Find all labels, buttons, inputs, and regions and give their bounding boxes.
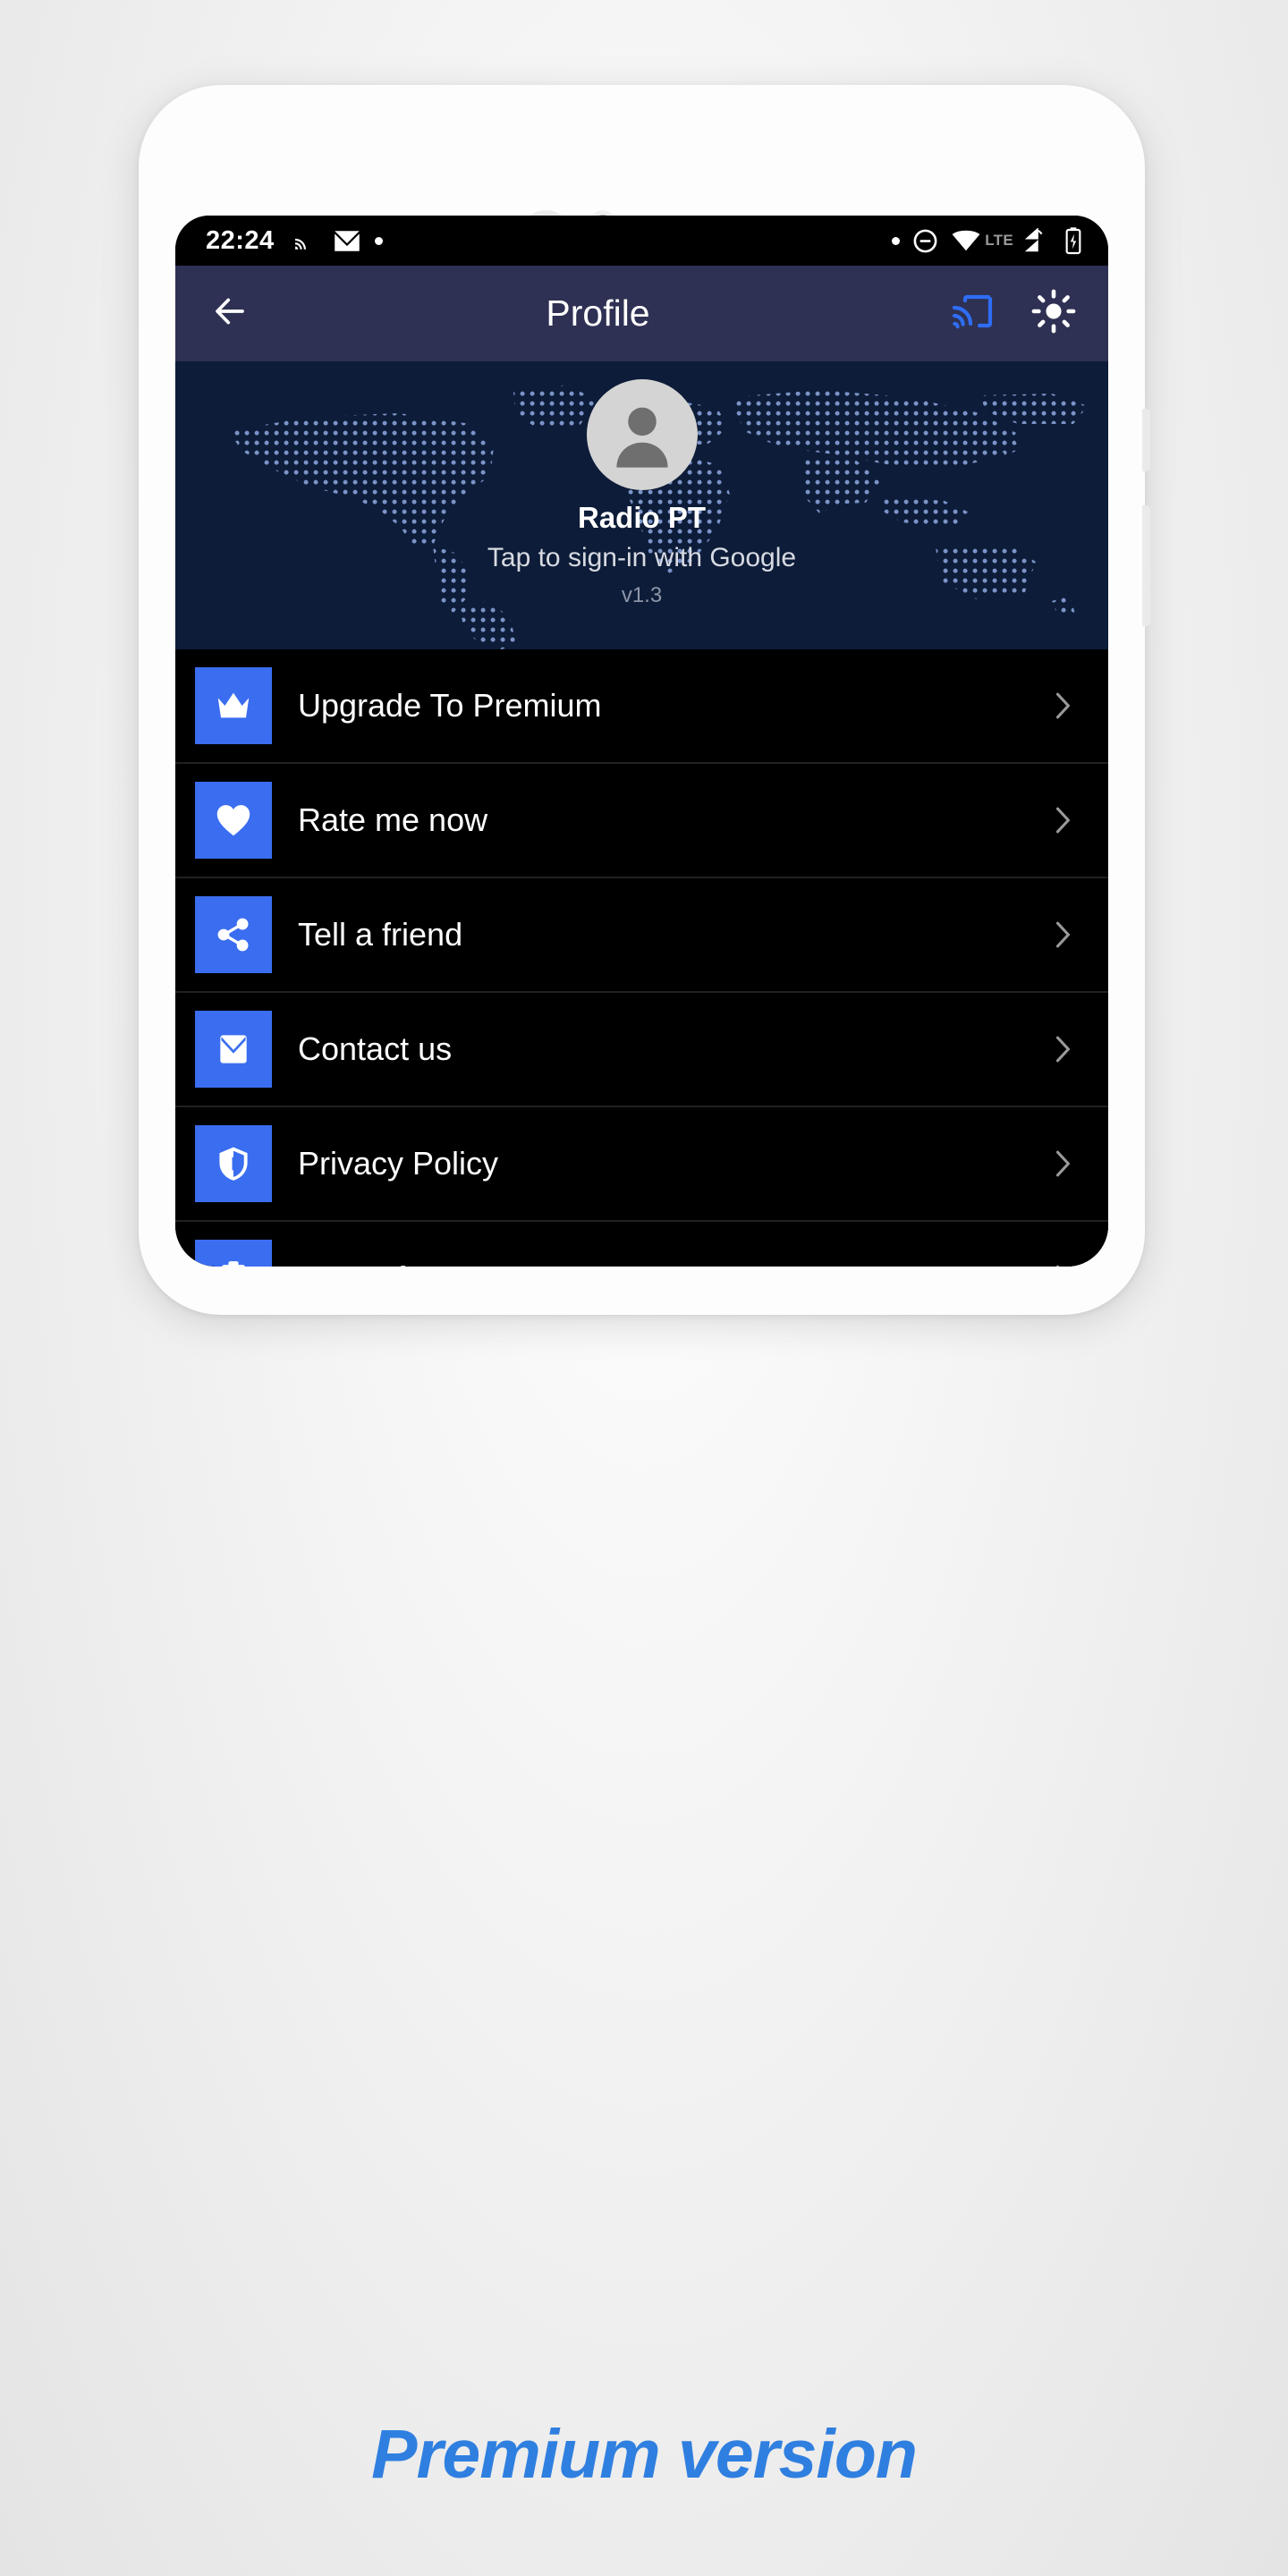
app-bar: Profile [175, 266, 1108, 361]
heart-icon [216, 805, 250, 836]
signin-prompt[interactable]: Tap to sign-in with Google [487, 543, 796, 573]
avatar[interactable] [586, 379, 698, 490]
clipboard-icon [222, 1261, 245, 1267]
settings-menu-list: Upgrade To Premium Rate me now Tell a fr… [175, 649, 1108, 1267]
status-left-icons [292, 229, 383, 252]
signal-icon [1025, 228, 1043, 252]
icon-tile [195, 1125, 272, 1202]
cast-connected-icon [294, 238, 306, 250]
app-bar-actions [951, 289, 1076, 338]
crown-icon [217, 692, 250, 718]
email-icon [220, 1035, 247, 1063]
phone-device-frame: 22:24 LTE Profile Radio PT Tap to sign-i… [139, 85, 1150, 1315]
share-icon [217, 918, 249, 952]
cast-button[interactable] [951, 290, 994, 337]
profile-name: Radio PT [577, 501, 706, 534]
icon-tile [195, 1240, 272, 1267]
menu-item-label: Contact us [298, 1030, 453, 1067]
person-avatar-icon [615, 407, 668, 468]
shield-icon [219, 1147, 248, 1181]
promo-caption: Premium version [371, 2416, 918, 2493]
dot-indicator-icon [892, 236, 901, 245]
app-version-label: v1.3 [621, 583, 663, 607]
menu-item-label: Privacy Policy [298, 1145, 499, 1182]
chevron-right-icon [1055, 1150, 1070, 1177]
icon-tile [195, 896, 272, 973]
chevron-right-icon [1055, 1265, 1060, 1267]
device-power-button [1142, 505, 1150, 626]
menu-item-contact-us[interactable]: Contact us [175, 993, 1108, 1107]
menu-item-label: Tell a friend [298, 916, 463, 953]
status-time: 22:24 [206, 225, 275, 255]
icon-tile [195, 667, 272, 744]
icon-tile [195, 782, 272, 859]
brightness-button[interactable] [1031, 289, 1076, 338]
page-title: Profile [546, 292, 650, 334]
menu-item-label: Rate me now [298, 801, 488, 838]
network-type-label: LTE [985, 232, 1013, 249]
brightness-sun-icon [1031, 289, 1076, 334]
icon-tile [195, 1011, 272, 1088]
profile-header[interactable]: Radio PT Tap to sign-in with Google v1.3 [175, 361, 1108, 649]
email-icon [334, 230, 360, 251]
chevron-right-icon [1055, 1036, 1070, 1063]
phone-screen: 22:24 LTE Profile Radio PT Tap to sign-i… [175, 216, 1108, 1267]
menu-item-label: Upgrade To Premium [298, 687, 602, 724]
dot-indicator-icon [374, 236, 383, 245]
cast-icon [952, 294, 993, 329]
status-right-icons: LTE [892, 226, 1083, 255]
device-volume-button [1142, 409, 1150, 471]
chevron-right-icon [1055, 921, 1070, 948]
do-not-disturb-icon [913, 229, 937, 252]
battery-charging-icon [1065, 227, 1081, 255]
menu-item-upgrade-to-premium[interactable]: Upgrade To Premium [175, 649, 1108, 764]
chevron-right-icon [1055, 692, 1070, 719]
menu-item-privacy-policy[interactable]: Privacy Policy [175, 1107, 1108, 1222]
menu-item-tell-a-friend[interactable]: Tell a friend [175, 878, 1108, 993]
wifi-icon [952, 230, 980, 251]
chevron-right-icon [1055, 807, 1070, 834]
menu-item-label: Term of Use [298, 1259, 1049, 1267]
menu-item-rate-me-now[interactable]: Rate me now [175, 764, 1108, 878]
menu-item-term-of-use[interactable]: Term of Use [175, 1222, 1108, 1267]
status-bar: 22:24 LTE [175, 216, 1108, 266]
